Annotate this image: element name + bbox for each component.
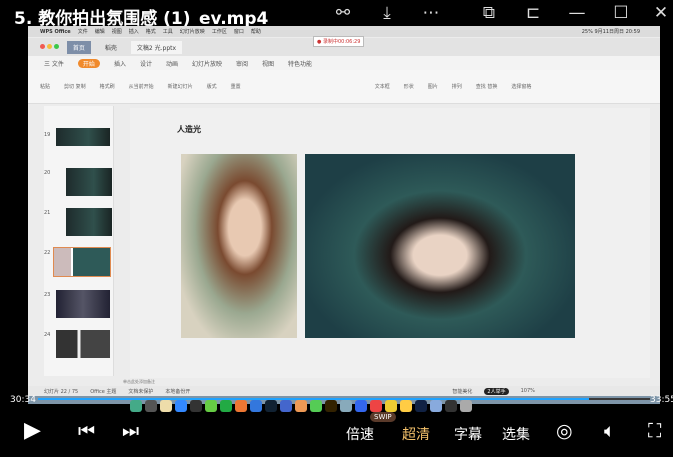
- ribbon-button: 格式刷: [99, 84, 115, 90]
- ribbon-button: 版式: [206, 84, 217, 90]
- thumb-number: 21: [44, 210, 51, 216]
- settings-icon[interactable]: ◎: [556, 420, 573, 442]
- volume-icon[interactable]: 🔈︎: [604, 420, 615, 442]
- beautify-button: 智能美化: [452, 388, 473, 395]
- slide-thumbnail: [66, 168, 112, 196]
- maximize-icon[interactable]: ☐: [608, 3, 634, 25]
- menu-item: 格式: [145, 29, 156, 35]
- thumb-number: 23: [44, 292, 51, 298]
- episodes-button[interactable]: 选集: [502, 424, 530, 444]
- subtitle-button[interactable]: 字幕: [454, 424, 482, 444]
- theme-name: Office 主题: [90, 388, 117, 395]
- minimize-icon[interactable]: —: [564, 3, 590, 25]
- status-bar: 幻灯片 22 / 75 Office 主题 文档未保护 本地备份开 智能美化 2…: [28, 386, 660, 396]
- thumb-number: 20: [44, 170, 51, 176]
- progress-fill: [38, 398, 590, 400]
- thumb-number: 22: [44, 250, 51, 256]
- protect-status: 文档未保护: [128, 388, 154, 395]
- ribbon-button: 重置: [230, 84, 241, 90]
- slide-title: 人造光: [177, 125, 201, 134]
- ribbon-button: 排列: [451, 84, 462, 90]
- slide-thumbnail: [56, 330, 110, 358]
- ribbon-menu: 三 文件 开始 插入 设计 动画 幻灯片放映 审阅 视图 特色功能: [28, 56, 660, 70]
- download-icon[interactable]: ⤓: [374, 3, 400, 25]
- slide-thumbnails: 19 20 21 22 23 24: [44, 106, 114, 376]
- ribbon-tab: 动画: [165, 60, 178, 68]
- slide-photo-left: [181, 154, 297, 338]
- ribbon-tab: 特色功能: [288, 60, 313, 68]
- recording-indicator: ● 录制中00:06:29: [313, 36, 365, 47]
- tab-document: 文稿2 光.pptx: [130, 40, 183, 54]
- backup-status: 本地备份开: [165, 388, 191, 395]
- tab-home: 首页: [66, 40, 91, 54]
- menu-item: 文件: [77, 29, 88, 35]
- ribbon-button: 粘贴: [40, 84, 51, 90]
- ribbon-tab: 插入: [113, 60, 126, 68]
- quality-button[interactable]: 超清: [402, 424, 430, 444]
- thumb-number: 24: [44, 332, 51, 338]
- thumb-number: 19: [44, 132, 51, 138]
- video-frame[interactable]: WPS Office 文件 编辑 视图 插入 格式 工具 幻灯片放映 工作区 窗…: [28, 26, 660, 404]
- zoom-level: 107%: [520, 388, 535, 394]
- slide-photo-right: [305, 154, 575, 338]
- slide-thumbnail: [56, 290, 110, 318]
- dock-icons: [130, 400, 472, 420]
- app-name: WPS Office: [40, 28, 71, 35]
- close-icon[interactable]: ✕: [648, 3, 673, 25]
- ribbon-tab: 视图: [262, 60, 275, 68]
- ribbon-button: 选择窗格: [511, 84, 532, 90]
- ribbon-button: 形状: [403, 84, 414, 90]
- ribbon-button: 查找 替换: [475, 84, 498, 90]
- ribbon-button: 从当前开始: [128, 84, 154, 90]
- ribbon-button: 文本框: [374, 84, 390, 90]
- slide-thumbnail: [66, 208, 112, 236]
- play-icon[interactable]: ▶: [24, 418, 41, 443]
- menubar-status: 25% 9月11日周日 20:59: [581, 29, 640, 35]
- more-icon[interactable]: ⋯: [418, 3, 444, 25]
- menu-item: 工具: [162, 29, 173, 35]
- ribbon-tab: 设计: [139, 60, 152, 68]
- pip-icon[interactable]: ⧉: [476, 3, 502, 25]
- dock-tooltip: SWIP: [370, 412, 396, 422]
- slide-thumbnail: [56, 128, 110, 146]
- traffic-lights: [40, 43, 59, 51]
- menu-item: 帮助: [250, 29, 261, 35]
- menu-item: 幻灯片放映: [179, 29, 205, 35]
- ribbon-tab: 审阅: [236, 60, 249, 68]
- next-icon[interactable]: ⏭: [122, 420, 139, 442]
- mini-mode-icon[interactable]: ⊏: [520, 3, 546, 25]
- menu-item: 工作区: [211, 29, 227, 35]
- ribbon-tab: 开始: [77, 58, 100, 68]
- menu-item: 窗口: [233, 29, 244, 35]
- menu-item: 插入: [128, 29, 139, 35]
- slide-thumbnail-selected: [53, 247, 111, 277]
- slide-counter: 幻灯片 22 / 75: [44, 388, 79, 395]
- ribbon-button: 新建幻灯片: [167, 84, 193, 90]
- menu-item: 视图: [111, 29, 122, 35]
- speed-button[interactable]: 倍速: [346, 424, 374, 444]
- share-icon[interactable]: ⚯: [330, 3, 356, 25]
- tab-docer: 稻壳: [104, 44, 117, 52]
- file-menu: 三 文件: [44, 60, 64, 68]
- slide-canvas: 人造光: [130, 108, 650, 378]
- hands-raised-badge: 2人举手: [484, 387, 509, 395]
- previous-icon[interactable]: ⏮: [78, 420, 95, 442]
- ribbon-toolbar: 粘贴 剪切 复制 格式刷 从当前开始 新建幻灯片 版式 重置 文本框 形状 图片…: [28, 70, 660, 104]
- ribbon-button: 图片: [427, 84, 438, 90]
- notes-placeholder: 单击此处添加备注: [123, 379, 155, 384]
- ribbon-tab: 幻灯片放映: [191, 60, 222, 68]
- fullscreen-icon[interactable]: ⛶: [648, 420, 661, 442]
- total-time: 33:55: [650, 395, 673, 405]
- current-time: 30:34: [10, 395, 36, 405]
- progress-bar[interactable]: [38, 398, 650, 400]
- ribbon-button: 剪切 复制: [64, 84, 86, 90]
- menu-item: 编辑: [94, 29, 105, 35]
